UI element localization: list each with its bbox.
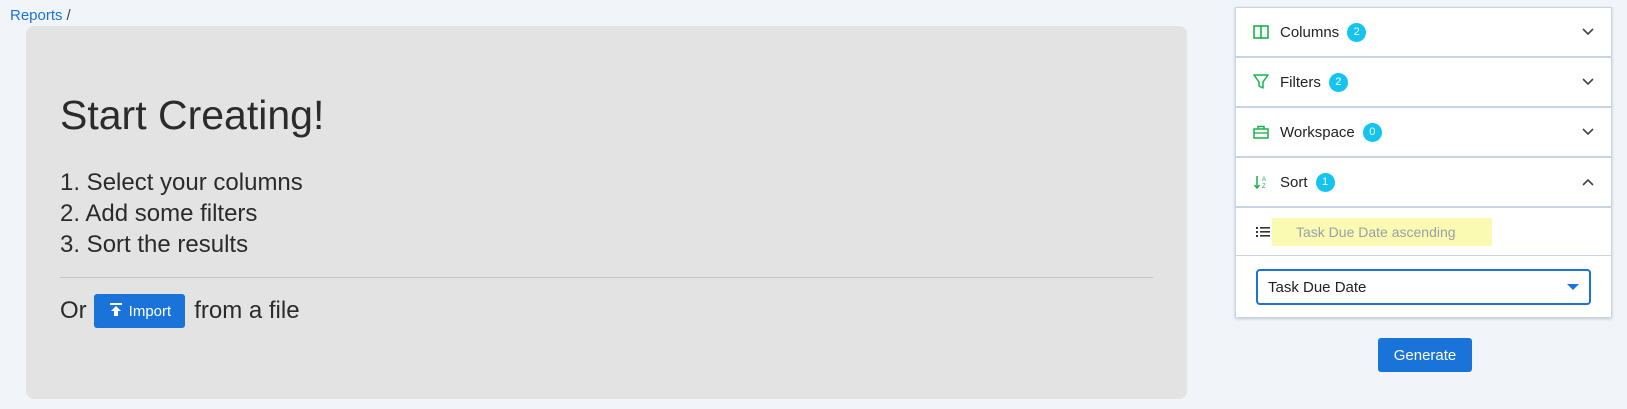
sort-icon: AZ xyxy=(1252,173,1270,191)
drag-handle-icon[interactable] xyxy=(1256,225,1270,239)
import-prefix: Or xyxy=(60,297,87,324)
sort-select-wrapper: Task Due Date xyxy=(1236,256,1611,317)
import-row: Or Import from a file xyxy=(60,294,300,328)
breadcrumb-separator: / xyxy=(66,7,71,24)
briefcase-icon xyxy=(1252,123,1270,141)
divider xyxy=(60,277,1153,278)
import-suffix: from a file xyxy=(194,297,300,324)
sort-list-item[interactable]: Task Due Date ascending xyxy=(1236,208,1611,256)
svg-text:Z: Z xyxy=(1262,184,1266,190)
columns-count-badge: 2 xyxy=(1347,22,1367,42)
steps-list: 1. Select your columns 2. Add some filte… xyxy=(60,167,303,260)
page-title: Start Creating! xyxy=(60,92,325,138)
start-card: Start Creating! 1. Select your columns 2… xyxy=(26,26,1187,399)
columns-section-label: Columns xyxy=(1280,23,1340,41)
step-item: 1. Select your columns xyxy=(60,169,303,196)
chevron-up-icon xyxy=(1581,175,1595,189)
sort-field-select[interactable]: Task Due Date xyxy=(1256,269,1591,305)
chevron-down-icon xyxy=(1581,125,1595,139)
report-config-panel: Columns 2 Filters 2 Workspace 0 AZ Sort … xyxy=(1235,7,1612,318)
workspace-section-label: Workspace xyxy=(1280,123,1355,141)
workspace-section-header[interactable]: Workspace 0 xyxy=(1236,108,1611,158)
filter-icon xyxy=(1252,73,1270,91)
filters-section-label: Filters xyxy=(1280,73,1321,91)
import-button[interactable]: Import xyxy=(93,294,186,328)
generate-button[interactable]: Generate xyxy=(1378,338,1472,372)
columns-section-header[interactable]: Columns 2 xyxy=(1236,8,1611,58)
columns-icon xyxy=(1252,23,1270,41)
sort-section-label: Sort xyxy=(1280,173,1308,191)
import-button-label: Import xyxy=(128,302,172,320)
chevron-down-icon xyxy=(1581,75,1595,89)
chevron-down-icon xyxy=(1581,25,1595,39)
workspace-count-badge: 0 xyxy=(1362,122,1382,142)
sort-count-badge: 1 xyxy=(1315,172,1335,192)
sort-section-header[interactable]: AZ Sort 1 xyxy=(1236,158,1611,208)
sort-item-label: Task Due Date ascending xyxy=(1272,217,1492,246)
breadcrumb-reports-link[interactable]: Reports xyxy=(10,7,63,24)
step-item: 2. Add some filters xyxy=(60,200,258,227)
breadcrumb: Reports / xyxy=(10,7,71,24)
filters-count-badge: 2 xyxy=(1328,72,1348,92)
svg-text:A: A xyxy=(1262,177,1266,183)
caret-down-icon xyxy=(1567,284,1579,290)
step-item: 3. Sort the results xyxy=(60,231,249,258)
filters-section-header[interactable]: Filters 2 xyxy=(1236,58,1611,108)
sort-select-value: Task Due Date xyxy=(1268,278,1367,296)
upload-icon xyxy=(109,302,123,321)
